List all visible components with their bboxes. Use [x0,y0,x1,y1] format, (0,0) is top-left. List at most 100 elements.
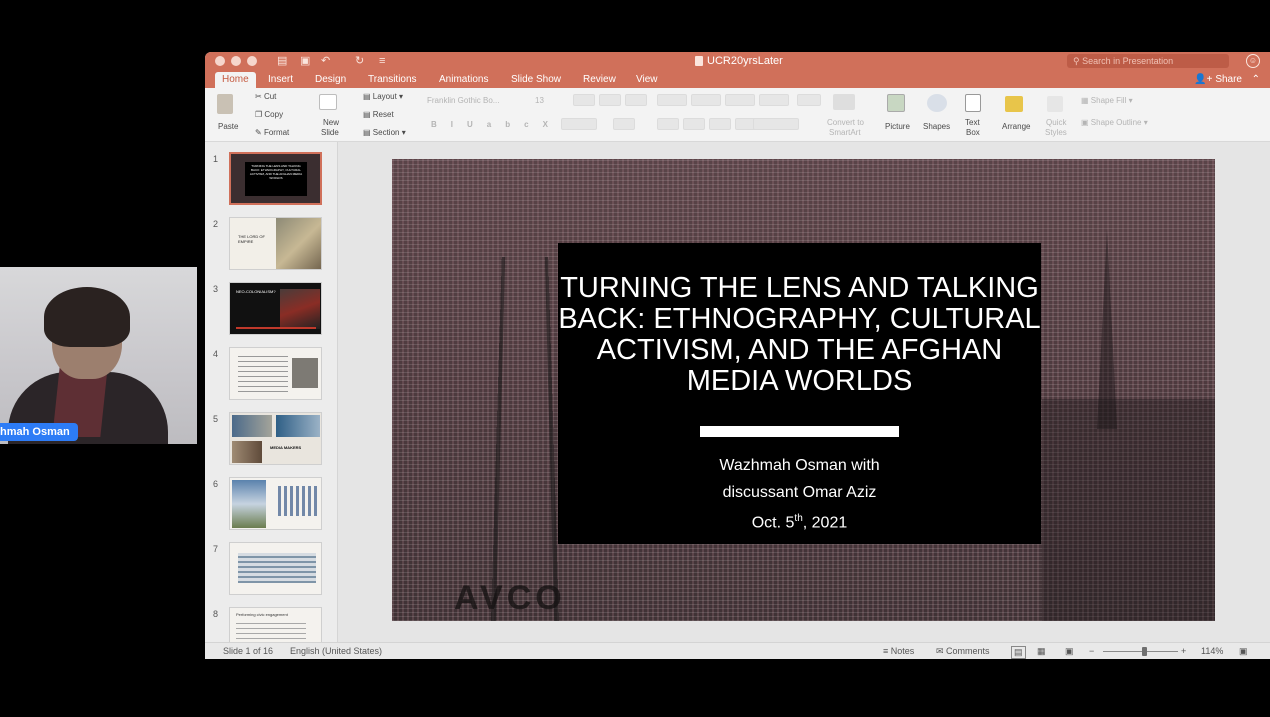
tab-design[interactable]: Design [308,72,353,88]
close-window-button[interactable] [215,56,225,66]
zoom-slider-thumb[interactable] [1142,647,1148,656]
tab-review[interactable]: Review [576,72,623,88]
tab-transitions[interactable]: Transitions [361,72,424,88]
normal-view-icon[interactable]: ▤ [1011,646,1026,659]
text-box-label[interactable]: Text [965,118,980,128]
arrange-button[interactable]: Arrange [1002,122,1030,132]
new-slide-label[interactable]: New [323,118,339,128]
picture-icon[interactable] [887,94,905,112]
indent-icon[interactable] [725,94,755,106]
font-color-icon[interactable] [561,118,597,130]
quick-styles-icon[interactable] [1047,96,1063,112]
text-style-buttons[interactable]: BIUabcX [431,120,562,130]
notes-button[interactable]: ≡ Notes [883,646,914,657]
font-size-select[interactable]: 13 [535,96,544,106]
numbering-icon[interactable] [691,94,721,106]
text-direction-icon[interactable] [753,118,799,130]
section-button[interactable]: ▤ Section ▾ [363,128,406,138]
sidebar-toggle-icon[interactable]: ▤ [277,54,287,68]
fit-to-window-icon[interactable]: ▣ [1239,646,1248,657]
minimize-window-button[interactable] [231,56,241,66]
slide-thumb-2[interactable]: THE LORD OF EMPIRE [229,217,322,270]
slide-sorter-icon[interactable]: ▦ [1037,646,1046,657]
slide-thumb-1[interactable]: TURNING THE LENS AND TALKING BACK: ETHNO… [229,152,322,205]
search-input[interactable]: ⚲ Search in Presentation [1067,54,1229,68]
highlight-icon[interactable] [613,118,635,130]
shrink-font-icon[interactable] [599,94,621,106]
comments-button[interactable]: ✉ Comments [936,646,990,657]
align-left-icon[interactable] [657,118,679,130]
tab-insert[interactable]: Insert [261,72,300,88]
columns-icon[interactable] [797,94,821,106]
cut-button[interactable]: ✂ Cut [255,92,276,102]
shape-fill-button[interactable]: ▦ Shape Fill ▾ [1081,96,1133,106]
quick-styles-label-2[interactable]: Styles [1045,128,1067,138]
tab-slide-show[interactable]: Slide Show [504,72,568,88]
title-bar: ▤ ▣ ↶ ↻ ≡ UCR20yrsLater ⚲ Search in Pres… [205,52,1270,70]
zoom-window-button[interactable] [247,56,257,66]
zoom-level[interactable]: 114% [1201,646,1223,657]
account-icon[interactable]: ☺ [1246,54,1260,68]
slide-thumb-7[interactable] [229,542,322,595]
new-slide-label-2[interactable]: Slide [321,128,339,138]
thumb-number: 8 [213,609,219,619]
save-icon[interactable]: ▣ [300,54,310,68]
convert-smartart-label[interactable]: Convert to [827,118,864,128]
zoom-in-button[interactable]: + [1181,646,1186,657]
building-graphic [1042,399,1215,621]
new-slide-icon[interactable] [319,94,337,110]
share-button[interactable]: 👤+ Share [1194,72,1242,88]
quick-styles-label[interactable]: Quick [1046,118,1066,128]
customize-toolbar-icon[interactable]: ≡ [379,54,385,68]
line-spacing-icon[interactable] [759,94,789,106]
slide-thumb-3[interactable]: NEO-COLONIALISM? [229,282,322,335]
shape-outline-button[interactable]: ▣ Shape Outline ▾ [1081,118,1148,128]
undo-icon[interactable]: ↶ [321,54,330,68]
ribbon-home: Paste ✂ Cut ❐ Copy ✎ Format New Slide ▤ … [205,88,1270,142]
clear-format-icon[interactable] [625,94,647,106]
language-indicator[interactable]: English (United States) [290,646,382,657]
tab-view[interactable]: View [629,72,665,88]
thumb-number: 1 [213,154,219,164]
zoom-slider[interactable] [1103,647,1178,656]
align-center-icon[interactable] [683,118,705,130]
subtitle-date: Oct. 5th, 2021 [751,513,848,532]
font-name-select[interactable]: Franklin Gothic Bo... [427,96,523,106]
bullets-icon[interactable] [657,94,687,106]
collapse-ribbon-icon[interactable]: ⌃ [1252,72,1260,88]
thumb-3-title: NEO-COLONIALISM? [236,289,276,294]
tab-home[interactable]: Home [215,72,256,88]
shapes-button[interactable]: Shapes [923,122,950,132]
tab-animations[interactable]: Animations [432,72,495,88]
format-painter-button[interactable]: ✎ Format [255,128,289,138]
slide-title: TURNING THE LENS AND TALKING BACK: ETHNO… [558,272,1041,397]
grow-font-icon[interactable] [573,94,595,106]
arrange-icon[interactable] [1005,96,1023,112]
slide-thumb-5[interactable]: MEDIA MAKERS [229,412,322,465]
convert-smartart-label-2[interactable]: SmartArt [829,128,861,138]
thumb-number: 2 [213,219,219,229]
text-box-icon[interactable] [965,94,981,112]
picture-button[interactable]: Picture [885,122,910,132]
powerpoint-window: ▤ ▣ ↶ ↻ ≡ UCR20yrsLater ⚲ Search in Pres… [205,52,1270,659]
thumb-1-title: TURNING THE LENS AND TALKING BACK: ETHNO… [245,162,307,196]
thumb-8-title: Performing civic engagement [236,612,288,617]
paste-icon[interactable] [217,94,233,114]
zoom-out-button[interactable]: − [1089,646,1094,657]
slide-thumb-4[interactable] [229,347,322,400]
align-right-icon[interactable] [709,118,731,130]
current-slide[interactable]: AVCO TURNING THE LENS AND TALKING BACK: … [392,159,1215,621]
slide-thumb-6[interactable] [229,477,322,530]
layout-button[interactable]: ▤ Layout ▾ [363,92,403,102]
reading-view-icon[interactable]: ▣ [1065,646,1074,657]
reset-button[interactable]: ▤ Reset [363,110,394,120]
redo-icon[interactable]: ↻ [355,54,364,68]
paste-button[interactable]: Paste [218,122,238,132]
title-placeholder[interactable]: TURNING THE LENS AND TALKING BACK: ETHNO… [558,243,1041,544]
copy-button[interactable]: ❐ Copy [255,110,283,120]
convert-smartart-icon[interactable] [833,94,855,110]
shapes-icon[interactable] [927,94,947,112]
slide-editor: AVCO TURNING THE LENS AND TALKING BACK: … [338,142,1270,642]
slide-thumb-8[interactable]: Performing civic engagement [229,607,322,642]
text-box-label-2[interactable]: Box [966,128,980,138]
